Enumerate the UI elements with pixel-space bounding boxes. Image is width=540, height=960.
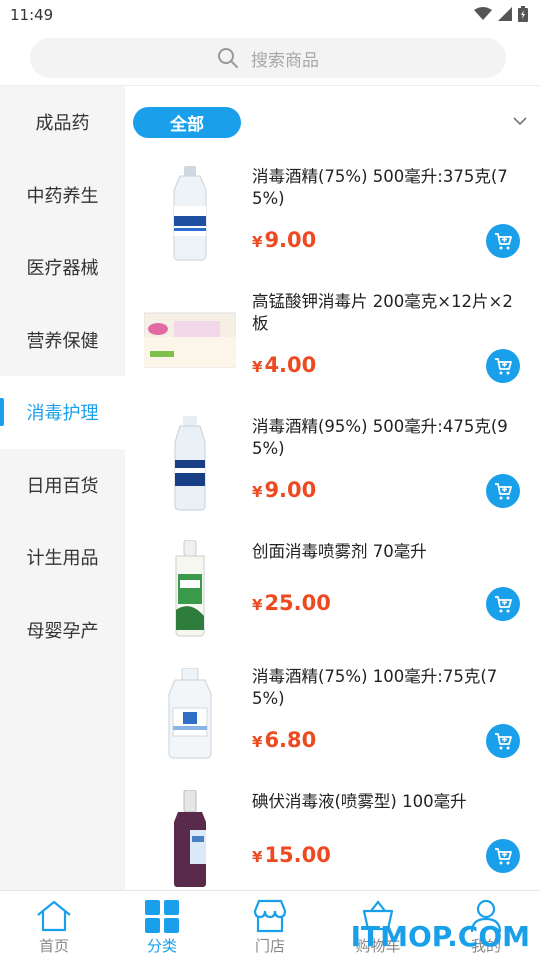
- add-to-cart-button[interactable]: [486, 224, 520, 258]
- chevron-down-icon[interactable]: [511, 112, 529, 130]
- tab-label: 分类: [146, 937, 177, 955]
- sidebar-item-daily-goods[interactable]: 日用百货: [0, 449, 125, 522]
- product-name: 创面消毒喷雾剂 70毫升: [252, 542, 427, 561]
- product-image: [143, 539, 237, 639]
- product-price: ¥9.00: [252, 478, 317, 502]
- product-item[interactable]: 创面消毒喷雾剂 70毫升 ¥25.00: [125, 531, 540, 656]
- product-item[interactable]: 碘伏消毒液(喷雾型) 100毫升 ¥15.00: [125, 781, 540, 890]
- sidebar-item-tcm-health[interactable]: 中药养生: [0, 159, 125, 232]
- product-name: 碘伏消毒液(喷雾型) 100毫升: [252, 792, 467, 811]
- product-name: 消毒酒精(75%) 100毫升:75克(75%): [252, 667, 498, 708]
- status-icons: [474, 6, 528, 22]
- cart-icon: [495, 733, 512, 750]
- add-to-cart-button[interactable]: [486, 839, 520, 873]
- sidebar-item-label: 成品药: [35, 113, 90, 135]
- category-icon: [145, 900, 179, 933]
- store-icon: [253, 899, 287, 933]
- product-name: 高锰酸钾消毒片 200毫克×12片×2板: [252, 292, 513, 333]
- add-to-cart-button[interactable]: [486, 474, 520, 508]
- battery-icon: [518, 6, 528, 22]
- sidebar-item-label: 日用百货: [26, 475, 99, 497]
- signal-icon: [498, 7, 512, 21]
- search-icon: [218, 48, 238, 68]
- product-list-panel: 全部 消毒酒精(75%) 500毫升:375克(75%) ¥9.00 高锰酸钾消…: [125, 86, 540, 890]
- filter-all-button[interactable]: 全部: [133, 107, 241, 138]
- sidebar-item-medical-devices[interactable]: 医疗器械: [0, 231, 125, 304]
- product-price: ¥4.00: [252, 353, 317, 377]
- filter-row: 全部: [133, 106, 533, 138]
- add-to-cart-button[interactable]: [486, 724, 520, 758]
- add-to-cart-button[interactable]: [486, 587, 520, 621]
- sidebar-item-disinfection[interactable]: 消毒护理: [0, 376, 125, 449]
- status-bar: 11:49: [0, 0, 540, 32]
- product-image: [143, 789, 237, 889]
- product-image: [143, 664, 237, 764]
- sidebar-item-family-planning[interactable]: 计生用品: [0, 521, 125, 594]
- sidebar-item-label: 消毒护理: [26, 403, 99, 425]
- product-price: ¥25.00: [252, 591, 331, 615]
- category-sidebar: 成品药 中药养生 医疗器械 营养保健 消毒护理 日用百货 计生用品 母婴孕产: [0, 86, 125, 890]
- cart-icon: [495, 848, 512, 865]
- tab-category[interactable]: 分类: [108, 891, 216, 960]
- tab-label: 首页: [38, 937, 69, 955]
- sidebar-item-label: 医疗器械: [26, 258, 99, 280]
- product-item[interactable]: 消毒酒精(75%) 500毫升:375克(75%) ¥9.00: [125, 156, 540, 281]
- sidebar-item-label: 中药养生: [26, 185, 99, 207]
- sidebar-item-label: 母婴孕产: [26, 620, 99, 642]
- product-image: [143, 414, 237, 514]
- product-name: 消毒酒精(95%) 500毫升:475克(95%): [252, 417, 508, 458]
- tab-store[interactable]: 门店: [216, 891, 324, 960]
- product-item[interactable]: 高锰酸钾消毒片 200毫克×12片×2板 ¥4.00: [125, 281, 540, 406]
- product-price: ¥15.00: [252, 843, 331, 867]
- sidebar-item-finished-medicine[interactable]: 成品药: [0, 86, 125, 159]
- product-item[interactable]: 消毒酒精(95%) 500毫升:475克(95%) ¥9.00: [125, 406, 540, 531]
- tab-home[interactable]: 首页: [0, 891, 108, 960]
- product-name: 消毒酒精(75%) 500毫升:375克(75%): [252, 167, 508, 208]
- sidebar-item-label: 计生用品: [26, 548, 99, 570]
- tab-label: 门店: [254, 937, 285, 955]
- cart-icon: [495, 233, 512, 250]
- search-bar: 搜索商品: [0, 32, 540, 86]
- product-item[interactable]: 消毒酒精(75%) 100毫升:75克(75%) ¥6.80: [125, 656, 540, 781]
- cart-icon: [495, 596, 512, 613]
- product-image: [143, 164, 237, 264]
- sidebar-item-label: 营养保健: [26, 330, 99, 352]
- product-image: [143, 289, 237, 389]
- home-icon: [37, 900, 71, 932]
- wifi-icon: [474, 7, 492, 20]
- product-price: ¥9.00: [252, 228, 317, 252]
- watermark-text: ITMOP.COM: [350, 920, 530, 953]
- cart-icon: [495, 358, 512, 375]
- add-to-cart-button[interactable]: [486, 349, 520, 383]
- cart-icon: [495, 483, 512, 500]
- search-placeholder: 搜索商品: [251, 50, 319, 71]
- sidebar-item-maternal-baby[interactable]: 母婴孕产: [0, 594, 125, 667]
- search-input[interactable]: 搜索商品: [30, 38, 506, 78]
- status-time: 11:49: [10, 6, 54, 24]
- sidebar-item-nutrition[interactable]: 营养保健: [0, 304, 125, 377]
- product-price: ¥6.80: [252, 728, 317, 752]
